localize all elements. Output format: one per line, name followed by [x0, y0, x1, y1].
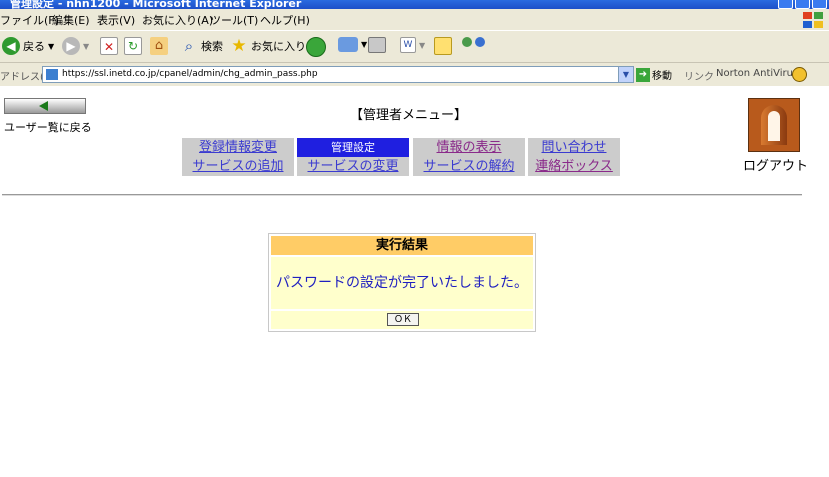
norton-antivirus-label[interactable]: Norton AntiVirus: [716, 68, 798, 79]
address-url[interactable]: https://ssl.inetd.co.jp/cpanel/admin/chg…: [62, 69, 318, 79]
nav-change-service[interactable]: サービスの変更: [297, 157, 409, 176]
back-dropdown-icon[interactable]: ▼: [48, 42, 54, 51]
nav-admin-settings[interactable]: 管理設定: [297, 138, 409, 157]
search-icon: ⌕: [184, 37, 194, 55]
messenger-button[interactable]: [462, 37, 485, 47]
norton-icon[interactable]: [792, 67, 807, 82]
windows-logo-icon: [803, 12, 823, 28]
discuss-button[interactable]: [434, 37, 452, 55]
ok-button[interactable]: ＯＫ: [387, 313, 419, 326]
refresh-icon: ↻: [124, 37, 142, 55]
edit-dropdown-icon[interactable]: ▼: [419, 41, 425, 50]
go-arrow-icon: ➜: [636, 67, 650, 82]
toolbar: ◀ 戻る ▼ ▶ ▼ ✕ ↻ ⌂ ⌕ 検索 ★ お気に入り ▼ W ▼: [0, 30, 829, 62]
back-to-list-label[interactable]: ユーザー覧に戻る: [4, 119, 92, 135]
nav-inquiry[interactable]: 問い合わせ: [528, 138, 620, 157]
stop-button[interactable]: ✕: [100, 37, 118, 55]
messenger-icon-2: [475, 37, 485, 47]
nav-registration-info-change[interactable]: 登録情報変更: [182, 138, 294, 157]
back-arrow-icon: ◀: [2, 37, 20, 55]
edit-button[interactable]: W ▼: [400, 37, 425, 53]
mail-icon: [338, 37, 358, 52]
close-button[interactable]: [812, 0, 827, 9]
search-button[interactable]: ⌕ 検索: [180, 37, 223, 55]
window-controls: [778, 0, 827, 9]
messenger-icon: [462, 37, 472, 47]
print-icon: [368, 37, 386, 53]
window-title-bar[interactable]: 管理設定 - nhn1200 - Microsoft Internet Expl…: [0, 0, 829, 9]
logout-label[interactable]: ログアウト: [743, 155, 808, 174]
history-button[interactable]: [306, 37, 326, 57]
refresh-button[interactable]: ↻: [124, 37, 142, 55]
history-icon: [306, 37, 326, 57]
menu-tools[interactable]: ツール(T): [210, 12, 258, 28]
go-button[interactable]: ➜ 移動: [636, 67, 672, 82]
result-message: パスワードの設定が完了いたしました。: [271, 257, 533, 309]
print-button[interactable]: [368, 37, 386, 53]
menu-bar: ファイル(F) 編集(E) 表示(V) お気に入り(A) ツール(T) ヘルプ(…: [0, 9, 829, 30]
result-title: 実行結果: [271, 236, 533, 255]
favorites-button[interactable]: ★ お気に入り: [230, 37, 306, 55]
address-dropdown-icon[interactable]: ▼: [618, 67, 633, 82]
menu-favorites[interactable]: お気に入り(A): [142, 12, 213, 28]
address-bar: アドレス(D) https://ssl.inetd.co.jp/cpanel/a…: [0, 62, 829, 86]
divider: [2, 194, 802, 196]
forward-arrow-icon: ▶: [62, 37, 80, 55]
menu-file[interactable]: ファイル(F): [0, 12, 59, 28]
back-to-list-button[interactable]: [4, 98, 86, 114]
go-label: 移動: [652, 71, 672, 82]
page-icon: [46, 69, 58, 80]
door-opening: [768, 111, 780, 141]
home-button[interactable]: ⌂: [150, 37, 168, 55]
mail-button[interactable]: ▼: [338, 37, 367, 52]
window-title: 管理設定 - nhn1200 - Microsoft Internet Expl…: [10, 0, 302, 9]
search-label: 検索: [201, 40, 223, 53]
back-arrow-icon: [39, 101, 48, 111]
nav-contact-box[interactable]: 連絡ボックス: [528, 157, 620, 176]
note-icon: [434, 37, 452, 55]
favorites-label: お気に入り: [251, 40, 306, 53]
menu-edit[interactable]: 編集(E): [52, 12, 90, 28]
maximize-button[interactable]: [795, 0, 810, 9]
links-toolbar[interactable]: リンク: [684, 68, 714, 83]
back-button[interactable]: ◀ 戻る ▼: [2, 37, 54, 55]
mail-dropdown-icon[interactable]: ▼: [361, 40, 367, 49]
logout-door-icon[interactable]: [748, 98, 800, 152]
nav-add-service[interactable]: サービスの追加: [182, 157, 294, 176]
result-panel: 実行結果 パスワードの設定が完了いたしました。 ＯＫ: [268, 233, 536, 332]
back-label: 戻る: [23, 40, 45, 53]
stop-icon: ✕: [100, 37, 118, 55]
menu-help[interactable]: ヘルプ(H): [260, 12, 310, 28]
minimize-button[interactable]: [778, 0, 793, 9]
word-edit-icon: W: [400, 37, 416, 53]
forward-button[interactable]: ▶ ▼: [62, 37, 89, 55]
result-footer: ＯＫ: [271, 311, 533, 329]
home-icon: ⌂: [150, 37, 168, 55]
address-input[interactable]: https://ssl.inetd.co.jp/cpanel/admin/chg…: [42, 66, 634, 83]
nav-info-display[interactable]: 情報の表示: [413, 138, 525, 157]
favorites-star-icon: ★: [231, 36, 247, 56]
admin-menu-title: 【管理者メニュー】: [350, 108, 468, 123]
forward-dropdown-icon[interactable]: ▼: [83, 42, 89, 51]
menu-view[interactable]: 表示(V): [97, 12, 135, 28]
nav-cancel-service[interactable]: サービスの解約: [413, 157, 525, 176]
